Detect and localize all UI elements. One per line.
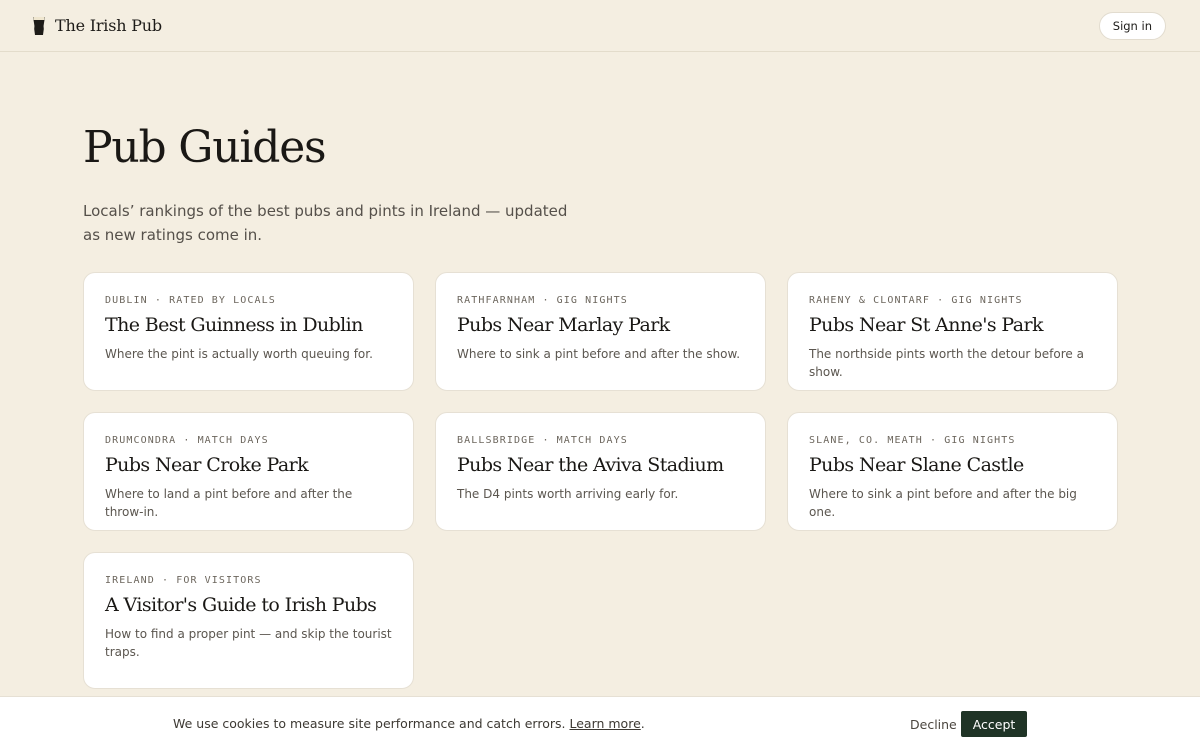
- guide-card-best-guinness-dublin[interactable]: Dublin · Rated by locals The Best Guinne…: [83, 272, 414, 391]
- guide-card-title: Pubs Near Slane Castle: [809, 454, 1024, 476]
- guide-card-title: A Visitor's Guide to Irish Pubs: [105, 594, 377, 616]
- cookie-message-text: We use cookies to measure site performan…: [173, 716, 645, 731]
- pint-glass-icon: [33, 16, 45, 35]
- sign-in-button[interactable]: Sign in: [1098, 11, 1166, 40]
- guide-card-title: Pubs Near the Aviva Stadium: [457, 454, 724, 476]
- guide-card-st-annes-park[interactable]: Raheny & Clontarf · Gig nights Pubs Near…: [787, 272, 1118, 391]
- guide-card-description: Where to sink a pint before and after th…: [809, 487, 1077, 519]
- brand-name: The Irish Pub: [55, 16, 162, 35]
- cookie-message: We use cookies to measure site performan…: [173, 716, 566, 731]
- guide-card-visitors-guide[interactable]: Ireland · For visitors A Visitor's Guide…: [83, 552, 414, 689]
- guide-card-title: Pubs Near Croke Park: [105, 454, 309, 476]
- top-navigation-bar: The Irish Pub Sign in: [0, 0, 1200, 52]
- guide-card-meta: Raheny & Clontarf · Gig nights: [809, 295, 1023, 306]
- guide-card-description: The D4 pints worth arriving early for.: [457, 487, 679, 501]
- guide-card-title: Pubs Near St Anne's Park: [809, 314, 1043, 336]
- guide-card-meta: Dublin · Rated by locals: [105, 295, 276, 306]
- decline-cookies-button[interactable]: Decline: [902, 711, 965, 737]
- guide-card-description: Where to land a pint before and after th…: [105, 487, 353, 519]
- guide-card-meta: Drumcondra · Match days: [105, 435, 269, 446]
- guide-card-description: The northside pints worth the detour bef…: [809, 347, 1084, 379]
- guide-card-title: Pubs Near Marlay Park: [457, 314, 670, 336]
- guide-card-description: Where the pint is actually worth queuing…: [105, 347, 373, 361]
- guide-card-croke-park[interactable]: Drumcondra · Match days Pubs Near Croke …: [83, 412, 414, 531]
- brand-home-link[interactable]: The Irish Pub: [32, 16, 162, 36]
- guide-card-grid: Dublin · Rated by locals The Best Guinne…: [83, 272, 1118, 689]
- guide-card-description: Where to sink a pint before and after th…: [457, 347, 741, 361]
- guide-card-title: The Best Guinness in Dublin: [105, 314, 363, 336]
- guide-card-description: How to find a proper pint — and skip the…: [105, 627, 392, 659]
- guide-card-meta: Slane, Co. Meath · Gig nights: [809, 435, 1016, 446]
- guide-card-meta: Ballsbridge · Match days: [457, 435, 628, 446]
- guide-card-meta: Rathfarnham · Gig nights: [457, 295, 628, 306]
- page-subtitle: Locals’ rankings of the best pubs and pi…: [83, 202, 568, 244]
- accept-cookies-button[interactable]: Accept: [961, 711, 1027, 737]
- guide-card-meta: Ireland · For visitors: [105, 575, 262, 586]
- cookie-message-period: .: [640, 716, 645, 731]
- guide-card-marlay-park[interactable]: Rathfarnham · Gig nights Pubs Near Marla…: [435, 272, 766, 391]
- learn-more-link[interactable]: Learn more: [569, 716, 640, 731]
- page: The Irish Pub Sign in Pub Guides Locals’…: [0, 0, 1200, 750]
- cookie-consent-banner: We use cookies to measure site performan…: [0, 696, 1200, 750]
- page-title: Pub Guides: [83, 122, 327, 173]
- guide-card-slane-castle[interactable]: Slane, Co. Meath · Gig nights Pubs Near …: [787, 412, 1118, 531]
- guide-card-aviva-stadium[interactable]: Ballsbridge · Match days Pubs Near the A…: [435, 412, 766, 531]
